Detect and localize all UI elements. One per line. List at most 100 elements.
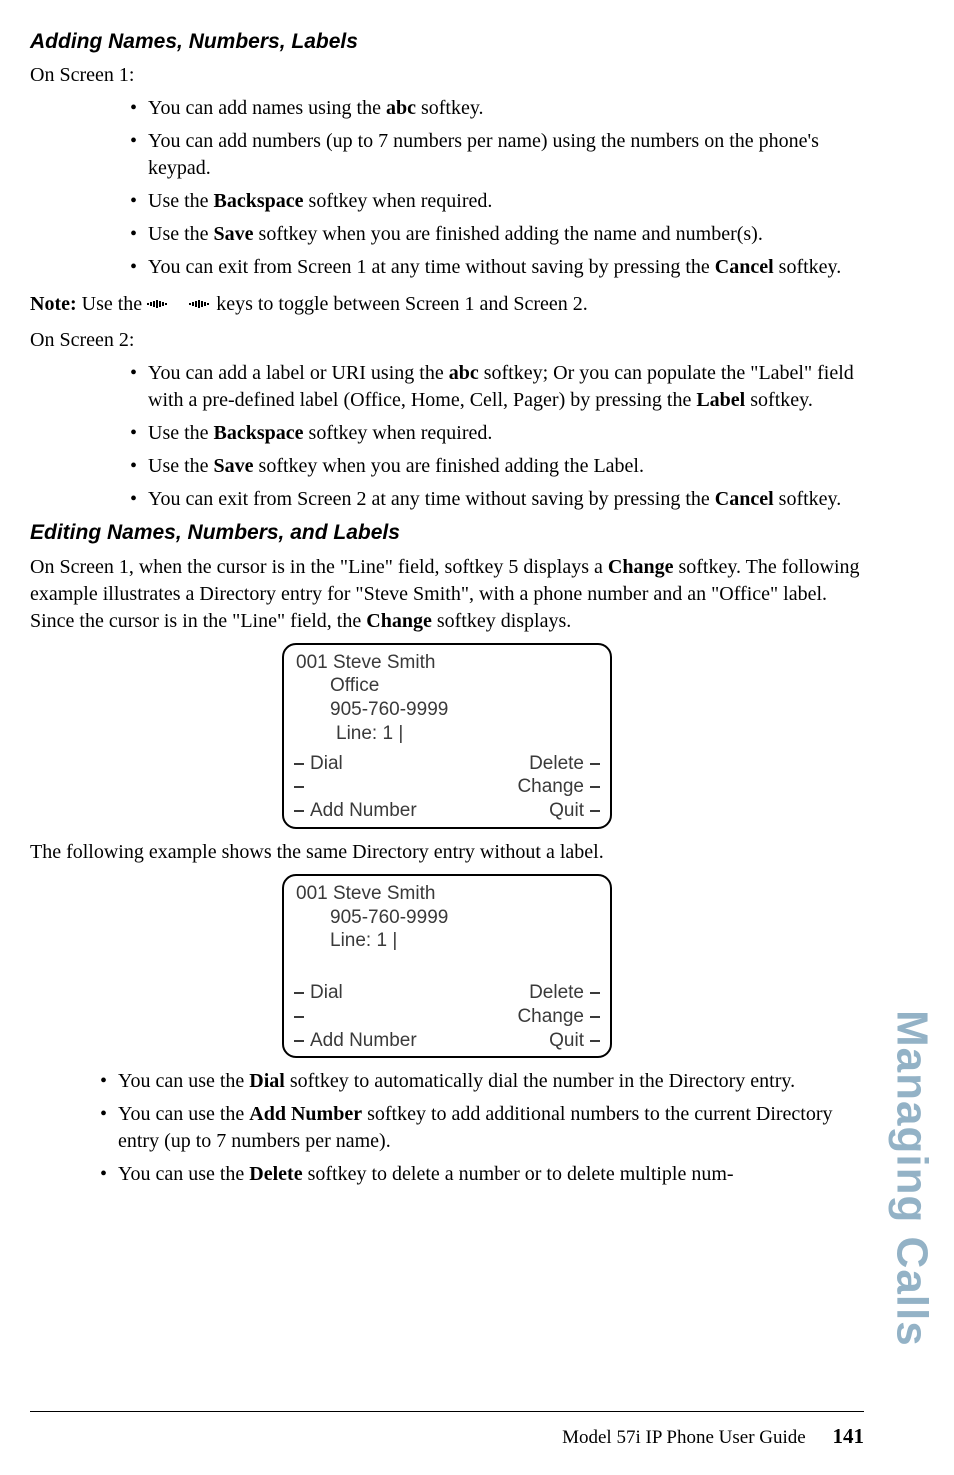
text-bold: abc	[449, 362, 479, 384]
page-footer: Model 57i IP Phone User Guide 141	[30, 1411, 864, 1451]
text-bold: Cancel	[715, 488, 774, 510]
text-bold: Save	[214, 455, 254, 477]
softkey-indicator-icon	[294, 992, 304, 994]
screen-line: 001 Steve Smith	[294, 651, 600, 675]
text: Use the	[148, 455, 214, 477]
screen2-bullets: You can add a label or URI using the abc…	[30, 360, 864, 513]
editing-paragraph: On Screen 1, when the cursor is in the "…	[30, 554, 864, 635]
list-item: Use the Save softkey when you are finish…	[130, 453, 864, 480]
nav-left-icon	[147, 292, 169, 319]
list-item: You can exit from Screen 1 at any time w…	[130, 254, 864, 281]
softkey-indicator-icon	[294, 1016, 304, 1018]
note-prefix: Note:	[30, 293, 77, 315]
footer-title: Model 57i IP Phone User Guide	[562, 1427, 806, 1448]
softkey-indicator-icon	[294, 810, 304, 812]
side-tab-text: Managing Calls	[882, 1010, 941, 1347]
note-line: Note: Use the	[30, 291, 864, 319]
text: keys to toggle between Screen 1 and Scre…	[216, 293, 588, 315]
text: On Screen 1, when the cursor is in the "…	[30, 556, 608, 578]
page-number: 141	[833, 1424, 865, 1448]
softkey-indicator-icon	[590, 992, 600, 994]
softkey-dial: Dial	[310, 982, 343, 1003]
screen-line: 905-760-9999	[294, 906, 600, 930]
softkey-change: Change	[517, 776, 584, 797]
list-item: You can add a label or URI using the abc…	[130, 360, 864, 414]
text-bold: Change	[608, 556, 674, 578]
screen-line: Line: 1 |	[294, 929, 600, 953]
text: You can exit from Screen 1 at any time w…	[148, 256, 715, 278]
side-tab: Managing Calls	[882, 1010, 942, 1385]
list-item: Use the Backspace softkey when required.	[130, 420, 864, 447]
screen1-bullets: You can add names using the abc softkey.…	[30, 95, 864, 281]
text: softkey when required.	[304, 190, 493, 212]
text: You can add a label or URI using the	[148, 362, 449, 384]
list-item: You can use the Dial softkey to automati…	[100, 1068, 864, 1095]
text: You can add names using the	[148, 97, 386, 119]
softkey-change: Change	[517, 1006, 584, 1027]
softkey-indicator-icon	[590, 1016, 600, 1018]
list-item: You can use the Add Number softkey to ad…	[100, 1101, 864, 1155]
list-item: Use the Backspace softkey when required.	[130, 188, 864, 215]
text-bold: Label	[696, 389, 745, 411]
softkey-delete: Delete	[529, 982, 584, 1003]
text: Use the	[148, 223, 214, 245]
softkey-indicator-icon	[590, 810, 600, 812]
softkey-indicator-icon	[294, 763, 304, 765]
text: softkey.	[774, 256, 842, 278]
text: softkey when required.	[304, 422, 493, 444]
text: Use the	[148, 422, 214, 444]
screen-line: Line: 1 |	[294, 722, 600, 746]
heading-editing: Editing Names, Numbers, and Labels	[30, 519, 864, 547]
text-bold: Backspace	[214, 422, 304, 444]
text: You can use the	[118, 1070, 249, 1092]
text: softkey.	[745, 389, 813, 411]
screen-line: Office	[294, 674, 600, 698]
text: softkey displays.	[432, 610, 571, 632]
softkey-dial: Dial	[310, 753, 343, 774]
nav-right-icon	[189, 292, 211, 319]
screen-line: 001 Steve Smith	[294, 882, 600, 906]
text-bold: Delete	[249, 1163, 302, 1185]
on-screen-2-label: On Screen 2:	[30, 327, 864, 354]
text: softkey.	[774, 488, 842, 510]
softkey-indicator-icon	[590, 763, 600, 765]
list-item: You can exit from Screen 2 at any time w…	[130, 486, 864, 513]
text-bold: abc	[386, 97, 416, 119]
text: softkey when you are finished adding the…	[254, 455, 644, 477]
list-item: You can add names using the abc softkey.	[130, 95, 864, 122]
on-screen-1-label: On Screen 1:	[30, 62, 864, 89]
softkey-add-number: Add Number	[310, 800, 417, 821]
screen-line: 905-760-9999	[294, 698, 600, 722]
text: Use the	[77, 293, 148, 315]
phone-screen-b: 001 Steve Smith 905-760-9999 Line: 1 | D…	[282, 874, 612, 1059]
text-bold: Change	[366, 610, 432, 632]
text-bold: Dial	[249, 1070, 285, 1092]
text: softkey to delete a number or to delete …	[303, 1163, 734, 1185]
text: You can use the	[118, 1163, 249, 1185]
text-bold: Cancel	[715, 256, 774, 278]
list-item: You can use the Delete softkey to delete…	[100, 1161, 864, 1188]
list-item: Use the Save softkey when you are finish…	[130, 221, 864, 248]
text: softkey when you are finished adding the…	[254, 223, 763, 245]
softkey-indicator-icon	[294, 786, 304, 788]
text: You can use the	[118, 1103, 249, 1125]
text: Use the	[148, 190, 214, 212]
text-bold: Add Number	[249, 1103, 362, 1125]
text: You can add numbers (up to 7 numbers per…	[148, 130, 819, 179]
list-item: You can add numbers (up to 7 numbers per…	[130, 128, 864, 182]
text-bold: Save	[214, 223, 254, 245]
softkey-indicator-icon	[294, 1040, 304, 1042]
softkey-indicator-icon	[590, 1040, 600, 1042]
softkey-quit: Quit	[549, 800, 584, 821]
text: softkey to automatically dial the number…	[285, 1070, 795, 1092]
below-bullets: You can use the Dial softkey to automati…	[30, 1068, 864, 1188]
softkey-add-number: Add Number	[310, 1030, 417, 1051]
softkey-quit: Quit	[549, 1030, 584, 1051]
softkey-indicator-icon	[590, 786, 600, 788]
page-content: Adding Names, Numbers, Labels On Screen …	[30, 28, 864, 1188]
text: You can exit from Screen 2 at any time w…	[148, 488, 715, 510]
phone-screen-a: 001 Steve Smith Office 905-760-9999 Line…	[282, 643, 612, 829]
heading-adding: Adding Names, Numbers, Labels	[30, 28, 864, 56]
text: softkey.	[416, 97, 484, 119]
between-paragraph: The following example shows the same Dir…	[30, 839, 864, 866]
